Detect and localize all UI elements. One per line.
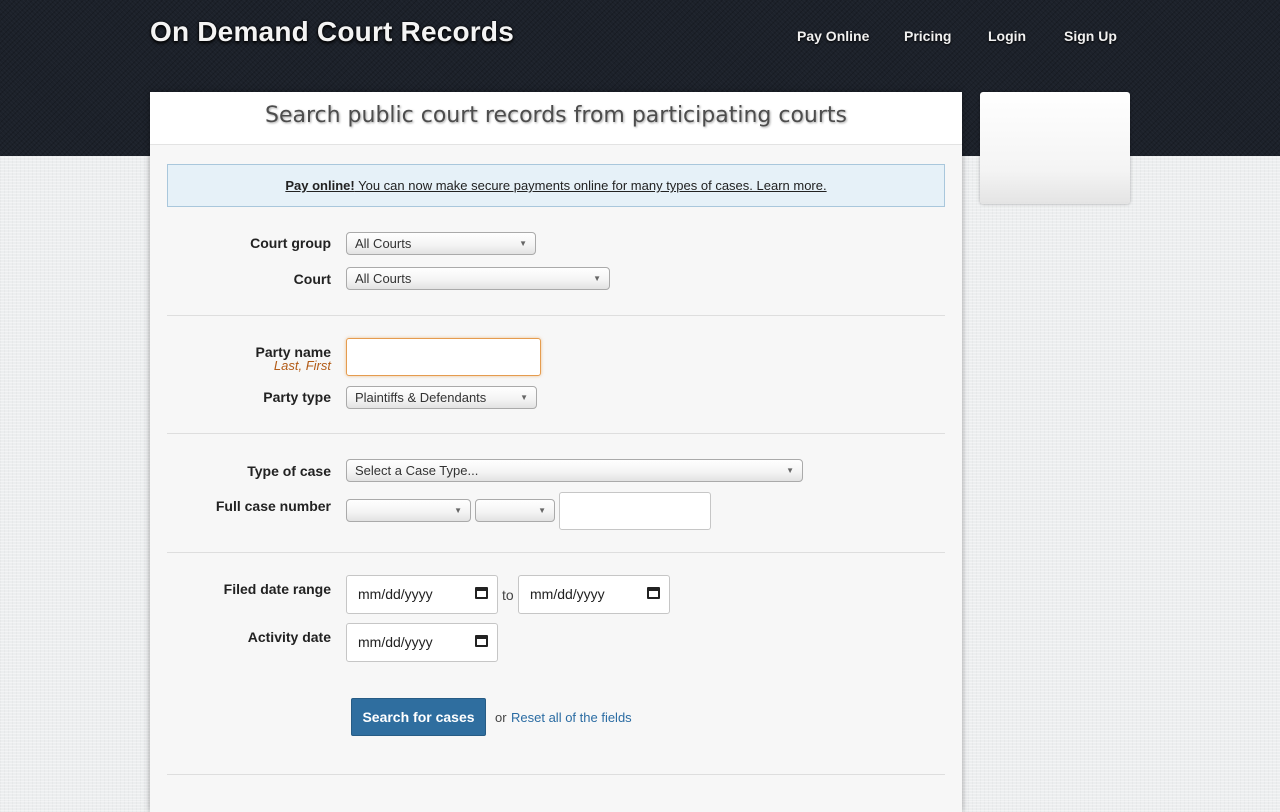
calendar-icon[interactable] bbox=[475, 635, 488, 647]
chevron-down-icon: ▼ bbox=[519, 239, 527, 248]
court-label: Court bbox=[293, 271, 331, 287]
filed-date-from-input[interactable]: mm/dd/yyyy bbox=[346, 575, 498, 614]
nav-pay-online[interactable]: Pay Online bbox=[797, 28, 869, 44]
pay-online-notice: Pay online! You can now make secure paym… bbox=[167, 164, 945, 207]
section-divider bbox=[167, 315, 945, 316]
chevron-down-icon: ▼ bbox=[538, 506, 546, 515]
case-type-select[interactable]: Select a Case Type... ▼ bbox=[346, 459, 803, 482]
chevron-down-icon: ▼ bbox=[786, 466, 794, 475]
search-panel: Search public court records from partici… bbox=[150, 92, 962, 812]
filed-date-from-placeholder: mm/dd/yyyy bbox=[358, 586, 433, 602]
activity-date-placeholder: mm/dd/yyyy bbox=[358, 634, 433, 650]
party-type-select[interactable]: Plaintiffs & Defendants ▼ bbox=[346, 386, 537, 409]
case-type-label: Type of case bbox=[247, 463, 331, 479]
activity-date-label: Activity date bbox=[247, 629, 331, 645]
reset-fields-link[interactable]: Reset all of the fields bbox=[511, 710, 632, 725]
filed-date-to-placeholder: mm/dd/yyyy bbox=[530, 586, 605, 602]
chevron-down-icon: ▼ bbox=[454, 506, 462, 515]
section-divider bbox=[167, 552, 945, 553]
chevron-down-icon: ▼ bbox=[593, 274, 601, 283]
pay-online-link[interactable]: Pay online! You can now make secure paym… bbox=[285, 178, 826, 193]
side-panel bbox=[980, 92, 1130, 204]
party-type-value: Plaintiffs & Defendants bbox=[355, 390, 487, 405]
case-number-court-select[interactable]: ▼ bbox=[346, 499, 471, 522]
case-number-input[interactable] bbox=[559, 492, 711, 530]
court-group-select[interactable]: All Courts ▼ bbox=[346, 232, 536, 255]
court-group-label: Court group bbox=[250, 235, 331, 251]
filed-date-label: Filed date range bbox=[223, 581, 331, 597]
court-group-value: All Courts bbox=[355, 236, 412, 251]
calendar-icon[interactable] bbox=[647, 587, 660, 599]
notice-strong: Pay online! bbox=[285, 178, 355, 193]
case-number-label: Full case number bbox=[215, 498, 331, 514]
nav-sign-up[interactable]: Sign Up bbox=[1064, 28, 1117, 44]
search-button[interactable]: Search for cases bbox=[351, 698, 486, 736]
case-number-type-select[interactable]: ▼ bbox=[475, 499, 555, 522]
calendar-icon[interactable] bbox=[475, 587, 488, 599]
date-range-to-label: to bbox=[502, 587, 514, 603]
notice-text: You can now make secure payments online … bbox=[354, 178, 827, 193]
court-select[interactable]: All Courts ▼ bbox=[346, 267, 610, 290]
case-type-value: Select a Case Type... bbox=[355, 463, 479, 478]
section-divider bbox=[167, 774, 945, 775]
top-nav: Pay Online Pricing Login Sign Up bbox=[0, 28, 1280, 48]
section-divider bbox=[167, 433, 945, 434]
nav-login[interactable]: Login bbox=[988, 28, 1026, 44]
party-name-input[interactable] bbox=[346, 338, 541, 376]
chevron-down-icon: ▼ bbox=[520, 393, 528, 402]
nav-pricing[interactable]: Pricing bbox=[904, 28, 951, 44]
party-type-label: Party type bbox=[263, 389, 331, 405]
filed-date-to-input[interactable]: mm/dd/yyyy bbox=[518, 575, 670, 614]
or-text: or bbox=[495, 710, 507, 725]
court-value: All Courts bbox=[355, 271, 412, 286]
activity-date-input[interactable]: mm/dd/yyyy bbox=[346, 623, 498, 662]
page-title: Search public court records from partici… bbox=[264, 103, 847, 128]
party-name-hint: Last, First bbox=[273, 358, 331, 373]
panel-header: Search public court records from partici… bbox=[150, 92, 962, 145]
